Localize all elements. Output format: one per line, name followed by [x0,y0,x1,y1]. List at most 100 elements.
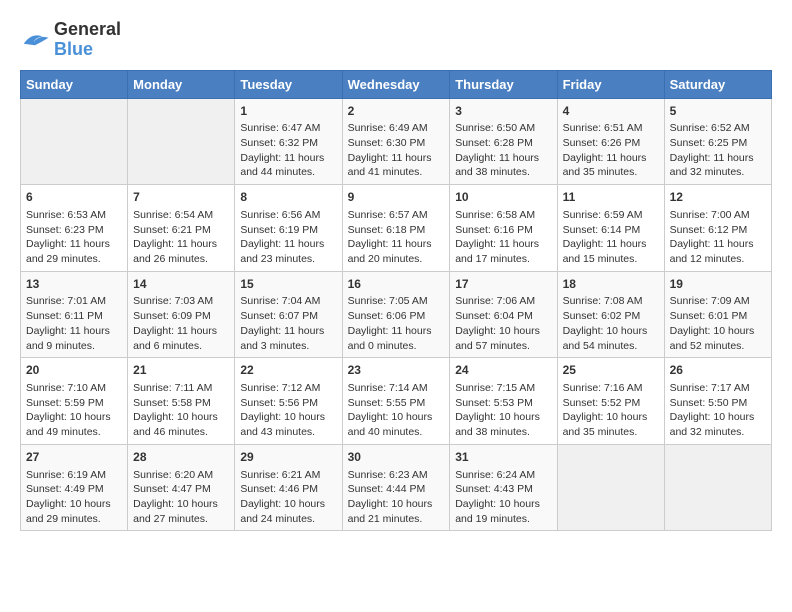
day-info: Sunrise: 6:53 AM Sunset: 6:23 PM Dayligh… [26,208,122,267]
calendar-cell: 17Sunrise: 7:06 AM Sunset: 6:04 PM Dayli… [450,271,557,358]
day-number: 23 [348,362,445,379]
day-info: Sunrise: 6:58 AM Sunset: 6:16 PM Dayligh… [455,208,551,267]
day-number: 17 [455,276,551,293]
day-number: 19 [670,276,766,293]
day-info: Sunrise: 7:12 AM Sunset: 5:56 PM Dayligh… [240,381,336,440]
calendar-cell: 12Sunrise: 7:00 AM Sunset: 6:12 PM Dayli… [664,185,771,272]
day-info: Sunrise: 7:16 AM Sunset: 5:52 PM Dayligh… [563,381,659,440]
calendar-week-row: 6 Sunrise: 6:53 AM Sunset: 6:23 PM Daylig… [21,185,772,272]
day-number: 9 [348,189,445,206]
day-info: Sunrise: 6:19 AM Sunset: 4:49 PM Dayligh… [26,468,122,527]
day-number: 27 [26,449,122,466]
day-info: Sunrise: 7:06 AM Sunset: 6:04 PM Dayligh… [455,294,551,353]
calendar-cell: 16Sunrise: 7:05 AM Sunset: 6:06 PM Dayli… [342,271,450,358]
calendar-cell: 30Sunrise: 6:23 AM Sunset: 4:44 PM Dayli… [342,444,450,531]
day-number: 20 [26,362,122,379]
day-number: 6 [26,189,122,206]
calendar-cell [21,98,128,185]
day-number: 16 [348,276,445,293]
calendar-cell: 11Sunrise: 6:59 AM Sunset: 6:14 PM Dayli… [557,185,664,272]
calendar-cell: 4Sunrise: 6:51 AM Sunset: 6:26 PM Daylig… [557,98,664,185]
day-number: 29 [240,449,336,466]
day-number: 15 [240,276,336,293]
calendar-cell: 22 Sunrise: 7:12 AM Sunset: 5:56 PM Dayli… [235,358,342,445]
calendar-cell: 5Sunrise: 6:52 AM Sunset: 6:25 PM Daylig… [664,98,771,185]
day-number: 22 [240,362,336,379]
day-info: Sunrise: 7:01 AM Sunset: 6:11 PM Dayligh… [26,294,122,353]
day-number: 12 [670,189,766,206]
column-header-tuesday: Tuesday [235,70,342,98]
calendar-cell [664,444,771,531]
calendar-week-row: 27 Sunrise: 6:19 AM Sunset: 4:49 PM Dayli… [21,444,772,531]
calendar-cell: 19Sunrise: 7:09 AM Sunset: 6:01 PM Dayli… [664,271,771,358]
day-info: Sunrise: 6:57 AM Sunset: 6:18 PM Dayligh… [348,208,445,267]
day-number: 28 [133,449,229,466]
calendar-cell: 20Sunrise: 7:10 AM Sunset: 5:59 PM Dayli… [21,358,128,445]
calendar-cell: 18Sunrise: 7:08 AM Sunset: 6:02 PM Dayli… [557,271,664,358]
day-number: 1 [240,103,336,120]
calendar-week-row: 13Sunrise: 7:01 AM Sunset: 6:11 PM Dayli… [21,271,772,358]
day-number: 10 [455,189,551,206]
calendar-cell: 8 Sunrise: 6:56 AM Sunset: 6:19 PM Daylig… [235,185,342,272]
column-header-thursday: Thursday [450,70,557,98]
calendar-cell: 13Sunrise: 7:01 AM Sunset: 6:11 PM Dayli… [21,271,128,358]
day-info: Sunrise: 7:03 AM Sunset: 6:09 PM Dayligh… [133,294,229,353]
day-info: Sunrise: 6:20 AM Sunset: 4:47 PM Dayligh… [133,468,229,527]
calendar-cell: 1Sunrise: 6:47 AM Sunset: 6:32 PM Daylig… [235,98,342,185]
page-header: General Blue [20,20,772,60]
day-info: Sunrise: 6:50 AM Sunset: 6:28 PM Dayligh… [455,121,551,180]
day-number: 7 [133,189,229,206]
column-header-monday: Monday [128,70,235,98]
day-number: 13 [26,276,122,293]
day-info: Sunrise: 6:51 AM Sunset: 6:26 PM Dayligh… [563,121,659,180]
day-info: Sunrise: 6:56 AM Sunset: 6:19 PM Dayligh… [240,208,336,267]
calendar-cell: 26 Sunrise: 7:17 AM Sunset: 5:50 PM Dayli… [664,358,771,445]
day-info: Sunrise: 7:04 AM Sunset: 6:07 PM Dayligh… [240,294,336,353]
calendar-table: SundayMondayTuesdayWednesdayThursdayFrid… [20,70,772,532]
day-info: Sunrise: 6:49 AM Sunset: 6:30 PM Dayligh… [348,121,445,180]
calendar-cell: 9 Sunrise: 6:57 AM Sunset: 6:18 PM Daylig… [342,185,450,272]
calendar-cell: 23 Sunrise: 7:14 AM Sunset: 5:55 PM Dayli… [342,358,450,445]
calendar-cell [128,98,235,185]
day-number: 26 [670,362,766,379]
calendar-cell: 24Sunrise: 7:15 AM Sunset: 5:53 PM Dayli… [450,358,557,445]
day-info: Sunrise: 7:15 AM Sunset: 5:53 PM Dayligh… [455,381,551,440]
logo-text: General Blue [54,20,121,60]
day-info: Sunrise: 7:14 AM Sunset: 5:55 PM Dayligh… [348,381,445,440]
day-number: 5 [670,103,766,120]
calendar-cell: 27 Sunrise: 6:19 AM Sunset: 4:49 PM Dayli… [21,444,128,531]
day-info: Sunrise: 7:09 AM Sunset: 6:01 PM Dayligh… [670,294,766,353]
day-info: Sunrise: 7:11 AM Sunset: 5:58 PM Dayligh… [133,381,229,440]
calendar-cell: 25 Sunrise: 7:16 AM Sunset: 5:52 PM Dayli… [557,358,664,445]
day-info: Sunrise: 6:21 AM Sunset: 4:46 PM Dayligh… [240,468,336,527]
calendar-header-row: SundayMondayTuesdayWednesdayThursdayFrid… [21,70,772,98]
day-number: 21 [133,362,229,379]
day-number: 3 [455,103,551,120]
calendar-cell: 6 Sunrise: 6:53 AM Sunset: 6:23 PM Daylig… [21,185,128,272]
column-header-wednesday: Wednesday [342,70,450,98]
column-header-sunday: Sunday [21,70,128,98]
calendar-cell: 7Sunrise: 6:54 AM Sunset: 6:21 PM Daylig… [128,185,235,272]
column-header-saturday: Saturday [664,70,771,98]
calendar-week-row: 20Sunrise: 7:10 AM Sunset: 5:59 PM Dayli… [21,358,772,445]
day-info: Sunrise: 7:17 AM Sunset: 5:50 PM Dayligh… [670,381,766,440]
day-info: Sunrise: 7:08 AM Sunset: 6:02 PM Dayligh… [563,294,659,353]
day-info: Sunrise: 6:24 AM Sunset: 4:43 PM Dayligh… [455,468,551,527]
day-number: 30 [348,449,445,466]
day-number: 8 [240,189,336,206]
calendar-week-row: 1Sunrise: 6:47 AM Sunset: 6:32 PM Daylig… [21,98,772,185]
calendar-cell: 28 Sunrise: 6:20 AM Sunset: 4:47 PM Dayli… [128,444,235,531]
day-info: Sunrise: 6:52 AM Sunset: 6:25 PM Dayligh… [670,121,766,180]
day-number: 25 [563,362,659,379]
calendar-cell: 3Sunrise: 6:50 AM Sunset: 6:28 PM Daylig… [450,98,557,185]
day-number: 31 [455,449,551,466]
day-number: 18 [563,276,659,293]
calendar-cell: 15Sunrise: 7:04 AM Sunset: 6:07 PM Dayli… [235,271,342,358]
day-info: Sunrise: 6:47 AM Sunset: 6:32 PM Dayligh… [240,121,336,180]
logo-bird-icon [20,28,50,52]
calendar-cell: 10 Sunrise: 6:58 AM Sunset: 6:16 PM Dayli… [450,185,557,272]
day-number: 14 [133,276,229,293]
calendar-cell [557,444,664,531]
calendar-cell: 2Sunrise: 6:49 AM Sunset: 6:30 PM Daylig… [342,98,450,185]
day-info: Sunrise: 7:05 AM Sunset: 6:06 PM Dayligh… [348,294,445,353]
